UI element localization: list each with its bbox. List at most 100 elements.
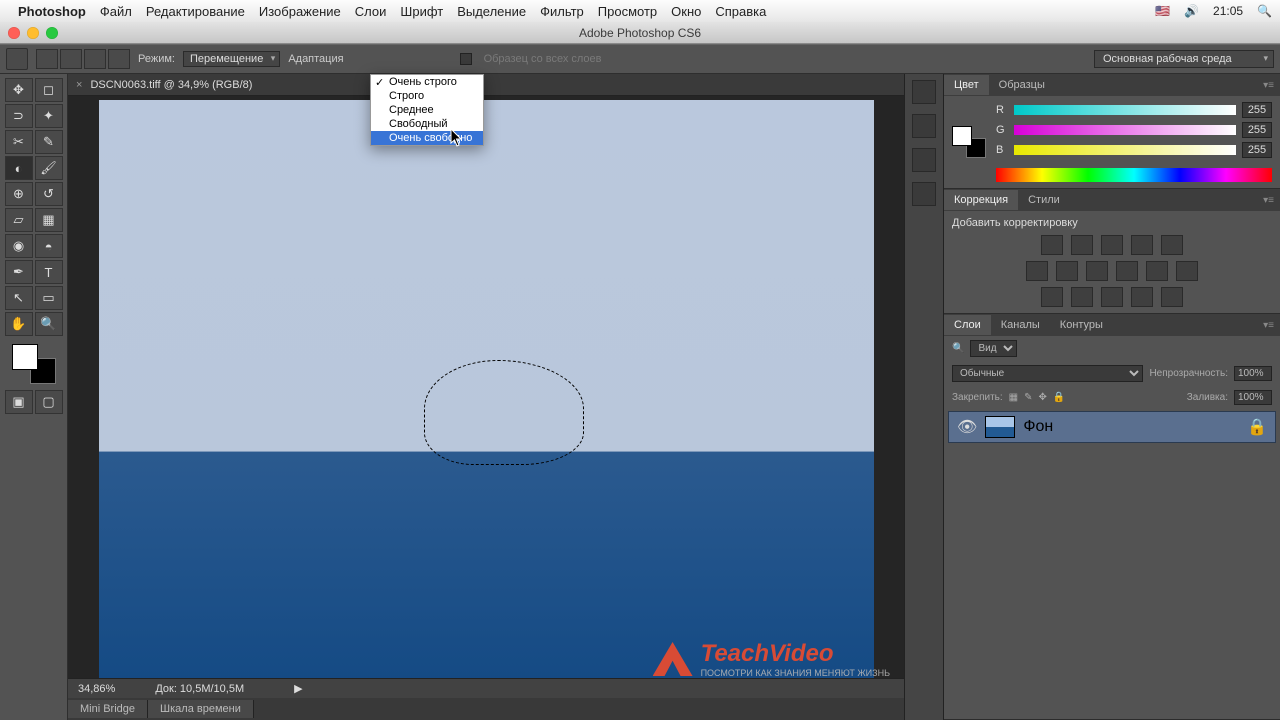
adj-posterize-icon[interactable] — [1071, 287, 1093, 307]
path-tool[interactable]: ↖ — [5, 286, 33, 310]
tab-color[interactable]: Цвет — [944, 75, 989, 95]
menu-window[interactable]: Окно — [671, 4, 701, 19]
tab-paths[interactable]: Контуры — [1050, 315, 1113, 335]
menu-filter[interactable]: Фильтр — [540, 4, 584, 19]
volume-icon[interactable]: 🔊 — [1184, 4, 1199, 18]
patch-transparent-icon[interactable] — [108, 49, 130, 69]
eyedropper-tool[interactable]: ✎ — [35, 130, 63, 154]
adj-photofilter-icon[interactable] — [1116, 261, 1138, 281]
tab-layers[interactable]: Слои — [944, 315, 991, 335]
adj-selectivecolor-icon[interactable] — [1161, 287, 1183, 307]
dd-item-very-strict[interactable]: Очень строго — [371, 75, 483, 89]
dd-item-medium[interactable]: Среднее — [371, 103, 483, 117]
tab-close-icon[interactable]: × — [76, 79, 82, 91]
lock-paint-icon[interactable]: ✎ — [1024, 392, 1032, 403]
properties-panel-icon[interactable] — [912, 114, 936, 138]
adj-threshold-icon[interactable] — [1101, 287, 1123, 307]
paragraph-panel-icon[interactable] — [912, 182, 936, 206]
menu-view[interactable]: Просмотр — [598, 4, 657, 19]
panel-menu-icon[interactable]: ▾≡ — [1253, 316, 1280, 335]
pen-tool[interactable]: ✒ — [5, 260, 33, 284]
status-arrow-icon[interactable]: ▶ — [294, 682, 302, 695]
menu-image[interactable]: Изображение — [259, 4, 341, 19]
opacity-input[interactable] — [1234, 366, 1272, 381]
canvas-viewport[interactable] — [78, 96, 894, 678]
lasso-tool[interactable]: ⊃ — [5, 104, 33, 128]
zoom-tool[interactable]: 🔍 — [35, 312, 63, 336]
adj-exposure-icon[interactable] — [1131, 235, 1153, 255]
adj-invert-icon[interactable] — [1041, 287, 1063, 307]
fg-swatch[interactable] — [12, 344, 38, 370]
tab-styles[interactable]: Стили — [1018, 190, 1070, 210]
patch-pattern-icon[interactable] — [84, 49, 106, 69]
tab-minibridge[interactable]: Mini Bridge — [68, 700, 148, 718]
layer-thumbnail[interactable] — [985, 416, 1015, 438]
eraser-tool[interactable]: ▱ — [5, 208, 33, 232]
crop-tool[interactable]: ✂ — [5, 130, 33, 154]
sample-all-checkbox[interactable] — [460, 53, 472, 65]
adj-gradientmap-icon[interactable] — [1131, 287, 1153, 307]
flag-icon[interactable]: 🇺🇸 — [1155, 4, 1170, 18]
move-tool[interactable]: ✥ — [5, 78, 33, 102]
history-brush-tool[interactable]: ↺ — [35, 182, 63, 206]
lock-all-icon[interactable]: 🔒 — [1053, 392, 1065, 403]
filter-smart-icon[interactable] — [1111, 342, 1127, 356]
layer-name[interactable]: Фон — [1023, 418, 1053, 436]
filter-adjust-icon[interactable] — [1045, 342, 1061, 356]
hand-tool[interactable]: ✋ — [5, 312, 33, 336]
spotlight-icon[interactable]: 🔍 — [1257, 4, 1272, 18]
menu-edit[interactable]: Редактирование — [146, 4, 245, 19]
search-icon[interactable]: 🔍 — [952, 343, 964, 354]
lock-pos-icon[interactable]: ✥ — [1039, 392, 1047, 403]
gradient-tool[interactable]: ▦ — [35, 208, 63, 232]
b-slider[interactable] — [1014, 145, 1236, 155]
lock-trans-icon[interactable]: ▦ — [1009, 392, 1018, 403]
adj-vibrance-icon[interactable] — [1161, 235, 1183, 255]
marquee-tool[interactable]: ◻ — [35, 78, 63, 102]
panel-menu-icon[interactable]: ▾≡ — [1253, 191, 1280, 210]
menu-layers[interactable]: Слои — [355, 4, 387, 19]
dd-item-loose[interactable]: Свободный — [371, 117, 483, 131]
g-slider[interactable] — [1014, 125, 1236, 135]
menu-select[interactable]: Выделение — [457, 4, 526, 19]
quickmask-tool[interactable]: ▣ — [5, 390, 33, 414]
blend-mode-select[interactable]: Обычные — [952, 365, 1143, 382]
menu-help[interactable]: Справка — [715, 4, 766, 19]
filter-shape-icon[interactable] — [1089, 342, 1105, 356]
adj-levels-icon[interactable] — [1071, 235, 1093, 255]
patch-source-icon[interactable] — [36, 49, 58, 69]
tab-timeline[interactable]: Шкала времени — [148, 700, 254, 718]
canvas[interactable] — [99, 100, 874, 678]
brush-tool[interactable]: 🖌 — [35, 156, 63, 180]
mini-swatches[interactable] — [952, 126, 986, 158]
history-panel-icon[interactable] — [912, 80, 936, 104]
filter-type-icon[interactable] — [1067, 342, 1083, 356]
workspace-select[interactable]: Основная рабочая среда — [1094, 50, 1274, 68]
tab-channels[interactable]: Каналы — [991, 315, 1050, 335]
type-tool[interactable]: T — [35, 260, 63, 284]
g-value[interactable]: 255 — [1242, 122, 1272, 138]
adj-bw-icon[interactable] — [1086, 261, 1108, 281]
adj-curves-icon[interactable] — [1101, 235, 1123, 255]
dd-item-very-loose[interactable]: Очень свободно — [371, 131, 483, 145]
adj-brightness-icon[interactable] — [1041, 235, 1063, 255]
patch-dest-icon[interactable] — [60, 49, 82, 69]
adj-channelmixer-icon[interactable] — [1146, 261, 1168, 281]
mode-select[interactable]: Перемещение — [183, 51, 280, 67]
adj-hue-icon[interactable] — [1026, 261, 1048, 281]
adj-colorbalance-icon[interactable] — [1056, 261, 1078, 281]
wand-tool[interactable]: ✦ — [35, 104, 63, 128]
r-value[interactable]: 255 — [1242, 102, 1272, 118]
menu-file[interactable]: Файл — [100, 4, 132, 19]
tab-swatches[interactable]: Образцы — [989, 75, 1055, 95]
character-panel-icon[interactable] — [912, 148, 936, 172]
r-slider[interactable] — [1014, 105, 1236, 115]
panel-menu-icon[interactable]: ▾≡ — [1253, 76, 1280, 95]
app-menu[interactable]: Photoshop — [18, 4, 86, 19]
blur-tool[interactable]: ◉ — [5, 234, 33, 258]
dodge-tool[interactable]: ◓ — [35, 234, 63, 258]
layer-row[interactable]: 👁 Фон 🔒 — [948, 411, 1276, 443]
filter-pixel-icon[interactable] — [1023, 342, 1039, 356]
shape-tool[interactable]: ▭ — [35, 286, 63, 310]
tool-preset-icon[interactable] — [6, 48, 28, 70]
